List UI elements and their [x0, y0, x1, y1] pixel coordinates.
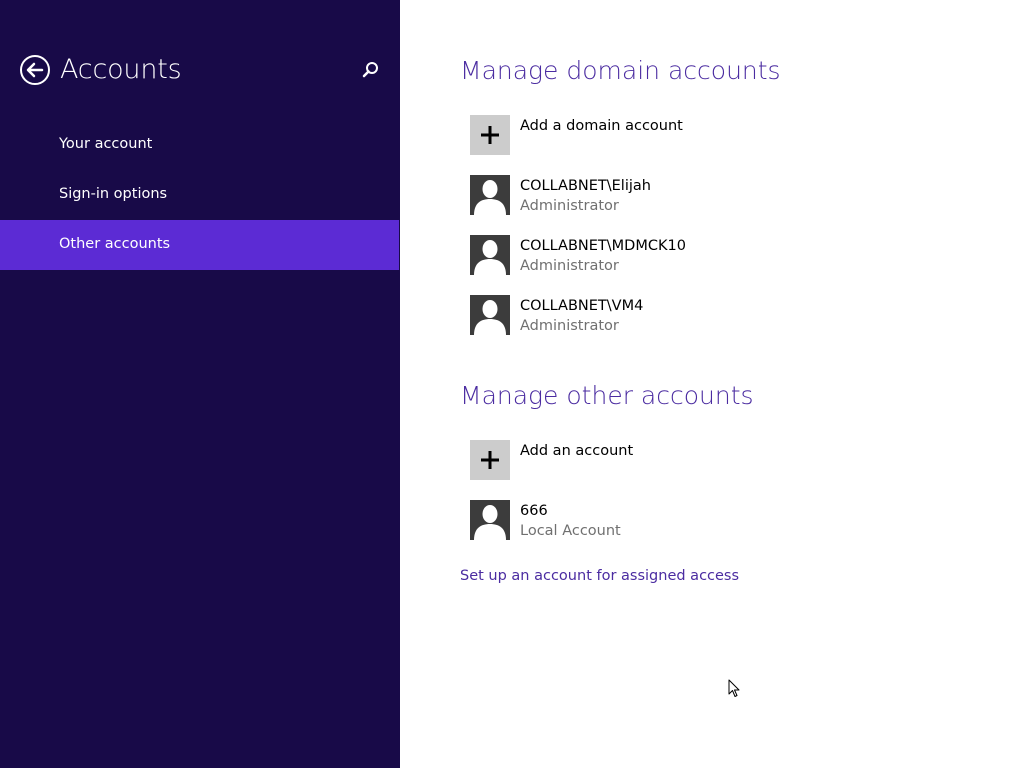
- account-name: COLLABNET\MDMCK10: [520, 238, 686, 254]
- user-avatar-icon: [470, 295, 510, 335]
- nav-item-your-account[interactable]: Your account: [0, 120, 399, 170]
- add-account-label: Add an account: [520, 443, 634, 459]
- nav-item-label: Sign-in options: [59, 186, 168, 202]
- add-account-button[interactable]: Add an account: [470, 440, 970, 480]
- account-role: Administrator: [520, 198, 619, 214]
- account-role: Local Account: [520, 523, 621, 539]
- plus-icon: [470, 115, 510, 155]
- page-title: Accounts: [60, 54, 182, 85]
- account-role: Administrator: [520, 318, 619, 334]
- nav-item-label: Your account: [59, 136, 153, 152]
- plus-icon: [470, 440, 510, 480]
- account-role: Administrator: [520, 258, 619, 274]
- account-name: COLLABNET\Elijah: [520, 178, 651, 194]
- user-avatar-icon: [470, 175, 510, 215]
- back-button[interactable]: [19, 54, 51, 86]
- content-pane: Manage domain accounts Add a domain acco…: [400, 0, 1024, 768]
- add-domain-account-button[interactable]: Add a domain account: [470, 115, 970, 155]
- account-list-item[interactable]: COLLABNET\MDMCK10 Administrator: [470, 235, 970, 275]
- domain-accounts-heading: Manage domain accounts: [460, 56, 781, 85]
- search-button[interactable]: [360, 60, 380, 80]
- search-icon: [362, 62, 378, 78]
- back-arrow-icon: [20, 55, 50, 85]
- user-avatar-icon: [470, 500, 510, 540]
- account-name: COLLABNET\VM4: [520, 298, 644, 314]
- nav-item-label: Other accounts: [59, 236, 171, 252]
- navigation-pane: Accounts Your account Sign-in options Ot…: [0, 0, 400, 768]
- settings-window: Accounts Your account Sign-in options Ot…: [0, 0, 1024, 768]
- mouse-pointer-icon: [728, 679, 740, 697]
- nav-item-sign-in-options[interactable]: Sign-in options: [0, 170, 399, 220]
- account-list-item[interactable]: 666 Local Account: [470, 500, 970, 540]
- account-list-item[interactable]: COLLABNET\Elijah Administrator: [470, 175, 970, 215]
- user-avatar-icon: [470, 235, 510, 275]
- assigned-access-link[interactable]: Set up an account for assigned access: [460, 566, 739, 586]
- nav-header: Accounts: [0, 0, 400, 140]
- add-domain-account-label: Add a domain account: [520, 118, 683, 134]
- nav-item-other-accounts[interactable]: Other accounts: [0, 220, 399, 270]
- account-list-item[interactable]: COLLABNET\VM4 Administrator: [470, 295, 970, 335]
- account-name: 666: [520, 503, 548, 519]
- other-accounts-heading: Manage other accounts: [460, 381, 754, 410]
